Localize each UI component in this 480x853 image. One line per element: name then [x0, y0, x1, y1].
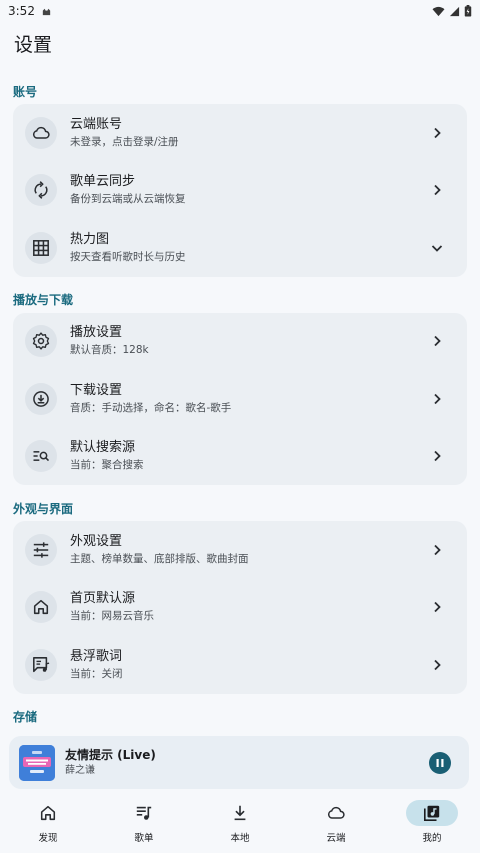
nav-item-cloud[interactable]: 云端 [288, 795, 384, 853]
setting-title: 热力图 [70, 231, 110, 247]
chevron-right-icon [427, 393, 447, 405]
home-icon [22, 800, 74, 826]
chevron-right-icon [427, 127, 447, 139]
nav-item-mine[interactable]: 我的 [384, 795, 480, 853]
bottom-navigation: 发现 歌单 本地 云端 我的 [0, 795, 480, 853]
setting-title: 歌单云同步 [70, 174, 136, 190]
status-left: 3:52 [8, 4, 52, 18]
setting-row-home-source[interactable]: 首页默认源 当前：网易云音乐 [13, 579, 467, 637]
setting-row-playback[interactable]: 播放设置 默认音质：128k [13, 313, 467, 371]
status-right [432, 5, 472, 17]
setting-subtitle: 当前：网易云音乐 [70, 610, 154, 623]
setting-subtitle: 当前：聚合搜索 [70, 459, 144, 472]
setting-title: 云端账号 [70, 116, 123, 132]
setting-row-appearance[interactable]: 外观设置 主题、榜单数量、底部排版、歌曲封面 [13, 521, 467, 579]
sliders-icon [25, 533, 57, 566]
setting-row-text: 默认搜索源 当前：聚合搜索 [70, 439, 427, 473]
nav-label: 云端 [326, 833, 346, 844]
download-circle-icon [25, 382, 57, 415]
mini-player[interactable]: 友情提示 (Live) 薛之谦 [9, 736, 469, 789]
setting-title: 外观设置 [70, 533, 123, 549]
setting-row-cloud-account[interactable]: 云端账号 未登录，点击登录/注册 [13, 104, 467, 162]
library-music-icon [406, 800, 458, 826]
nav-label: 本地 [230, 833, 250, 844]
chevron-right-icon [427, 659, 447, 671]
setting-title: 悬浮歌词 [70, 648, 123, 664]
nav-item-playlists[interactable]: 歌单 [96, 795, 192, 853]
cloud-icon [310, 800, 362, 826]
settings-card-appearance: 外观设置 主题、榜单数量、底部排版、歌曲封面 首页默认源 当前：网易云音乐 悬浮… [13, 521, 467, 694]
setting-subtitle: 未登录，点击登录/注册 [70, 135, 179, 148]
chevron-down-icon [427, 243, 447, 253]
section-header-account: 账号 [13, 84, 38, 99]
setting-subtitle: 默认音质：128k [70, 344, 149, 357]
sync-icon [25, 174, 57, 207]
chevron-right-icon [427, 184, 447, 196]
chevron-right-icon [427, 544, 447, 556]
setting-row-text: 歌单云同步 备份到云端或从云端恢复 [70, 173, 427, 207]
setting-row-text: 云端账号 未登录，点击登录/注册 [70, 116, 427, 150]
setting-subtitle: 按天查看听歌时长与历史 [70, 250, 186, 263]
cloud-icon [25, 116, 57, 149]
nav-item-local[interactable]: 本地 [192, 795, 288, 853]
song-artist: 薛之谦 [65, 765, 95, 776]
section-header-playback: 播放与下载 [13, 293, 74, 307]
nav-label: 发现 [38, 833, 58, 844]
player-text: 友情提示 (Live) 薛之谦 [65, 747, 429, 778]
setting-row-search-source[interactable]: 默认搜索源 当前：聚合搜索 [13, 428, 467, 486]
wifi-icon [432, 6, 445, 16]
home-icon [25, 591, 57, 624]
status-bar: 3:52 [0, 0, 480, 22]
setting-row-text: 外观设置 主题、榜单数量、底部排版、歌曲封面 [70, 533, 427, 567]
settings-card-storage [13, 729, 467, 730]
lyrics-icon [25, 648, 57, 681]
grid-icon [25, 231, 57, 264]
setting-row-text: 下载设置 音质：手动选择，命名：歌名-歌手 [70, 382, 427, 416]
search-list-icon [25, 440, 57, 473]
album-cover [19, 744, 55, 781]
nav-item-discover[interactable]: 发现 [0, 795, 96, 853]
setting-row-text: 播放设置 默认音质：128k [70, 324, 427, 358]
setting-title: 首页默认源 [70, 591, 136, 607]
setting-title: 下载设置 [70, 382, 123, 398]
setting-row-playlist-sync[interactable]: 歌单云同步 备份到云端或从云端恢复 [13, 162, 467, 220]
setting-title: 播放设置 [70, 325, 123, 341]
setting-title: 默认搜索源 [70, 440, 136, 456]
song-title: 友情提示 (Live) [65, 748, 156, 762]
gear-icon [25, 325, 57, 358]
setting-row-text: 悬浮歌词 当前：关闭 [70, 648, 427, 682]
setting-row-text: 热力图 按天查看听歌时长与历史 [70, 231, 427, 265]
setting-row-download[interactable]: 下载设置 音质：手动选择，命名：歌名-歌手 [13, 370, 467, 428]
playlist-icon [118, 800, 170, 826]
download-icon [214, 800, 266, 826]
section-header-storage: 存储 [13, 710, 38, 724]
notification-icon [42, 8, 51, 15]
nav-label: 歌单 [134, 833, 154, 844]
nav-label: 我的 [422, 833, 442, 844]
setting-row-heatmap[interactable]: 热力图 按天查看听歌时长与历史 [13, 219, 467, 277]
status-time: 3:52 [8, 4, 35, 18]
settings-card-account: 云端账号 未登录，点击登录/注册 歌单云同步 备份到云端或从云端恢复 热力图 按… [13, 104, 467, 277]
pause-icon [436, 758, 444, 767]
battery-icon [464, 5, 472, 17]
signal-icon [449, 6, 460, 16]
pause-button[interactable] [429, 751, 451, 774]
setting-subtitle: 主题、榜单数量、底部排版、歌曲封面 [70, 552, 249, 565]
section-header-appearance: 外观与界面 [13, 501, 74, 516]
chevron-right-icon [427, 450, 447, 462]
page-title: 设置 [14, 34, 53, 56]
setting-row-floating-lyrics[interactable]: 悬浮歌词 当前：关闭 [13, 636, 467, 694]
settings-list[interactable]: 账号 云端账号 未登录，点击登录/注册 歌单云同步 备份到云端或从云端恢复 热力… [0, 78, 480, 730]
setting-subtitle: 备份到云端或从云端恢复 [70, 193, 186, 206]
chevron-right-icon [427, 335, 447, 347]
settings-card-playback: 播放设置 默认音质：128k 下载设置 音质：手动选择，命名：歌名-歌手 默认搜… [13, 312, 467, 486]
setting-row-text: 首页默认源 当前：网易云音乐 [70, 590, 427, 624]
setting-subtitle: 音质：手动选择，命名：歌名-歌手 [70, 401, 232, 414]
setting-subtitle: 当前：关闭 [70, 667, 123, 680]
chevron-right-icon [427, 601, 447, 613]
